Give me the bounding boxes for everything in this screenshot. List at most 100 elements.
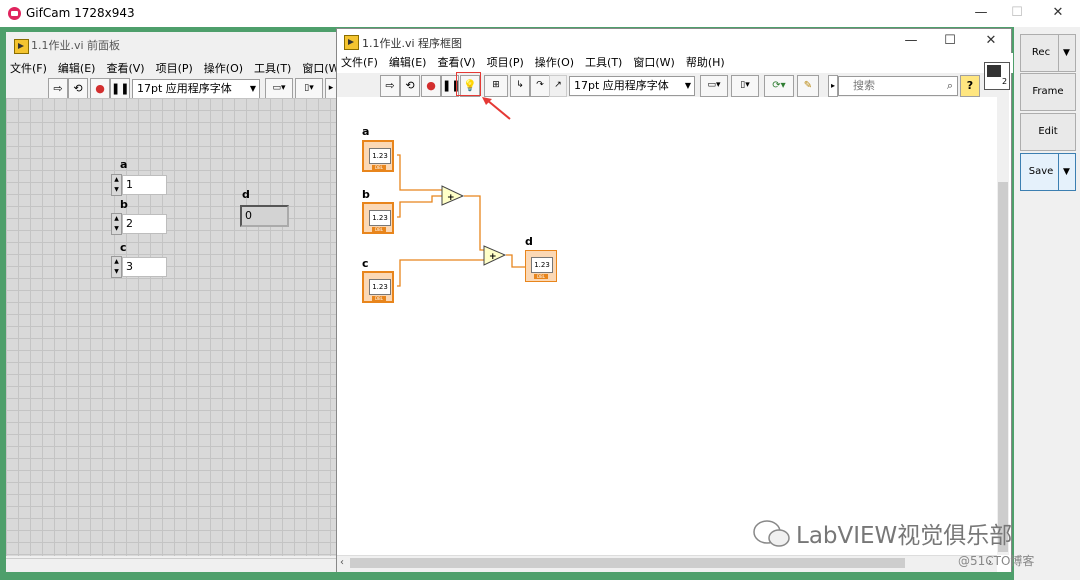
context-help-icon[interactable]: ? bbox=[960, 75, 980, 97]
close-icon[interactable]: ✕ bbox=[976, 32, 1006, 50]
save-button-label: Save bbox=[1028, 166, 1054, 177]
terminal-d-type: DBL bbox=[534, 274, 548, 279]
run-continuously-icon[interactable]: ⟲ bbox=[400, 75, 420, 97]
front-panel-title: 1.1作业.vi 前面板 bbox=[31, 39, 121, 52]
maximize-icon[interactable]: ☐ bbox=[935, 32, 965, 50]
menu-operate[interactable]: 操作(O) bbox=[204, 62, 243, 75]
terminal-c[interactable]: 1.23 DBL bbox=[362, 271, 394, 303]
wire-c-to-add2 bbox=[397, 259, 484, 287]
control-label-c: c bbox=[120, 241, 127, 254]
watermark-text: LabVIEW视觉俱乐部 bbox=[796, 523, 1013, 549]
abort-icon[interactable]: ● bbox=[421, 75, 441, 97]
pause-icon[interactable]: ❚❚ bbox=[110, 78, 130, 100]
menu-view[interactable]: 查看(V) bbox=[437, 56, 475, 69]
terminal-a-type: DBL bbox=[372, 165, 386, 170]
wechat-bubble-small bbox=[768, 529, 790, 547]
font-select-value: 17pt 应用程序字体 bbox=[137, 82, 232, 95]
run-continuously-icon[interactable]: ⟲ bbox=[68, 78, 88, 100]
menu-operate[interactable]: 操作(O) bbox=[535, 56, 574, 69]
wire-layer: + + bbox=[397, 97, 525, 287]
run-arrow-icon[interactable]: ⇨ bbox=[48, 78, 68, 100]
gifcam-titlebar bbox=[0, 0, 1080, 28]
vertical-scroll-thumb[interactable] bbox=[998, 182, 1008, 552]
align-objects-icon[interactable]: ▭▾ bbox=[700, 75, 728, 97]
terminal-b[interactable]: 1.23 DBL bbox=[362, 202, 394, 234]
font-select[interactable]: 17pt 应用程序字体 ▼ bbox=[569, 76, 695, 96]
terminal-a[interactable]: 1.23 DBL bbox=[362, 140, 394, 172]
search-placeholder: 搜索 bbox=[853, 79, 875, 92]
terminal-c-value: 1.23 bbox=[369, 279, 391, 295]
control-b-input[interactable]: 2 bbox=[122, 214, 167, 234]
abort-icon[interactable]: ● bbox=[90, 78, 110, 100]
cleanup-diagram-icon[interactable]: ✎ bbox=[797, 75, 819, 97]
step-over-icon[interactable]: ↷ bbox=[530, 75, 550, 97]
distribute-objects-icon[interactable]: ▯▾ bbox=[295, 78, 323, 100]
save-dropdown-icon[interactable]: ▼ bbox=[1058, 154, 1074, 190]
minimize-icon[interactable]: — bbox=[966, 4, 996, 22]
terminal-d[interactable]: 1.23 DBL bbox=[525, 250, 557, 282]
control-a-input[interactable]: 1 bbox=[122, 175, 167, 195]
menu-file[interactable]: 文件(F) bbox=[10, 62, 47, 75]
menu-edit[interactable]: 编辑(E) bbox=[389, 56, 427, 69]
terminal-label-b: b bbox=[362, 188, 370, 201]
connector-pane-icon[interactable]: 2 bbox=[984, 62, 1010, 90]
search-icon: ⌕ bbox=[946, 79, 953, 92]
reorder-icon[interactable]: ⟳▾ bbox=[764, 75, 794, 97]
terminal-b-value: 1.23 bbox=[369, 210, 391, 226]
terminal-b-type: DBL bbox=[372, 227, 386, 232]
add-node-2: + bbox=[483, 245, 507, 266]
terminal-label-d: d bbox=[525, 235, 533, 248]
chevron-down-icon: ▼ bbox=[684, 81, 691, 90]
chevron-down-icon: ▼ bbox=[249, 84, 256, 93]
menu-view[interactable]: 查看(V) bbox=[106, 62, 144, 75]
menu-window[interactable]: 窗口(W) bbox=[302, 62, 336, 75]
step-out-icon[interactable]: ↗ bbox=[549, 75, 567, 97]
menu-file[interactable]: 文件(F) bbox=[341, 56, 378, 69]
menu-help[interactable]: 帮助(H) bbox=[686, 56, 725, 69]
menu-edit[interactable]: 编辑(E) bbox=[58, 62, 96, 75]
indicator-d-value: 0 bbox=[240, 205, 289, 227]
run-arrow-icon[interactable]: ⇨ bbox=[380, 75, 400, 97]
block-diagram-menubar: 文件(F) 编辑(E) 查看(V) 项目(P) 操作(O) 工具(T) 窗口(W) 帮助(H) bbox=[337, 53, 1013, 73]
labview-vi-icon bbox=[344, 35, 359, 50]
edit-button[interactable]: Edit bbox=[1020, 113, 1076, 151]
highlight-annotation-box bbox=[456, 72, 481, 96]
rec-dropdown-icon[interactable]: ▼ bbox=[1058, 35, 1074, 71]
minimize-icon[interactable]: — bbox=[896, 32, 926, 50]
close-icon[interactable]: ✕ bbox=[1043, 4, 1073, 22]
scroll-left-icon[interactable]: ‹ bbox=[340, 557, 344, 568]
vi-icon-thumbnail bbox=[987, 65, 1001, 77]
front-panel-menubar: 文件(F) 编辑(E) 查看(V) 项目(P) 操作(O) 工具(T) 窗口(W) bbox=[10, 60, 336, 76]
front-panel-horizontal-scrollbar[interactable] bbox=[6, 558, 336, 573]
terminal-label-c: c bbox=[362, 257, 369, 270]
maximize-icon[interactable]: ☐ bbox=[1002, 4, 1032, 22]
frame-button[interactable]: Frame bbox=[1020, 73, 1076, 111]
control-c-increment[interactable]: ▲ ▼ bbox=[111, 256, 122, 278]
connector-badge: 2 bbox=[1002, 77, 1008, 86]
control-label-a: a bbox=[120, 158, 128, 171]
step-into-icon[interactable]: ↳ bbox=[510, 75, 530, 97]
control-c-input[interactable]: 3 bbox=[122, 257, 167, 277]
align-objects-icon[interactable]: ▭▾ bbox=[265, 78, 293, 100]
labview-vi-icon bbox=[14, 39, 29, 54]
gifcam-title: GifCam 1728x943 bbox=[26, 6, 135, 20]
font-select[interactable]: 17pt 应用程序字体 ▼ bbox=[132, 79, 260, 99]
annotation-arrow bbox=[486, 99, 511, 120]
horizontal-scroll-thumb[interactable] bbox=[350, 558, 905, 568]
menu-project[interactable]: 项目(P) bbox=[487, 56, 524, 69]
menu-project[interactable]: 项目(P) bbox=[156, 62, 193, 75]
menu-window[interactable]: 窗口(W) bbox=[633, 56, 674, 69]
menu-tools[interactable]: 工具(T) bbox=[254, 62, 291, 75]
menu-tools[interactable]: 工具(T) bbox=[585, 56, 622, 69]
distribute-objects-icon[interactable]: ▯▾ bbox=[731, 75, 759, 97]
terminal-a-value: 1.23 bbox=[369, 148, 391, 164]
search-input[interactable]: 搜索 ⌕ bbox=[838, 76, 958, 96]
control-b-increment[interactable]: ▲ ▼ bbox=[111, 213, 122, 235]
font-select-value: 17pt 应用程序字体 bbox=[574, 79, 669, 92]
retain-wire-values-icon[interactable]: ⊞ bbox=[484, 75, 508, 97]
terminal-c-type: DBL bbox=[372, 296, 386, 301]
expand-search-icon[interactable]: ▸ bbox=[828, 75, 838, 97]
control-a-increment[interactable]: ▲ ▼ bbox=[111, 174, 122, 196]
terminal-d-value: 1.23 bbox=[531, 257, 553, 273]
add-node-1-symbol: + bbox=[447, 193, 455, 203]
